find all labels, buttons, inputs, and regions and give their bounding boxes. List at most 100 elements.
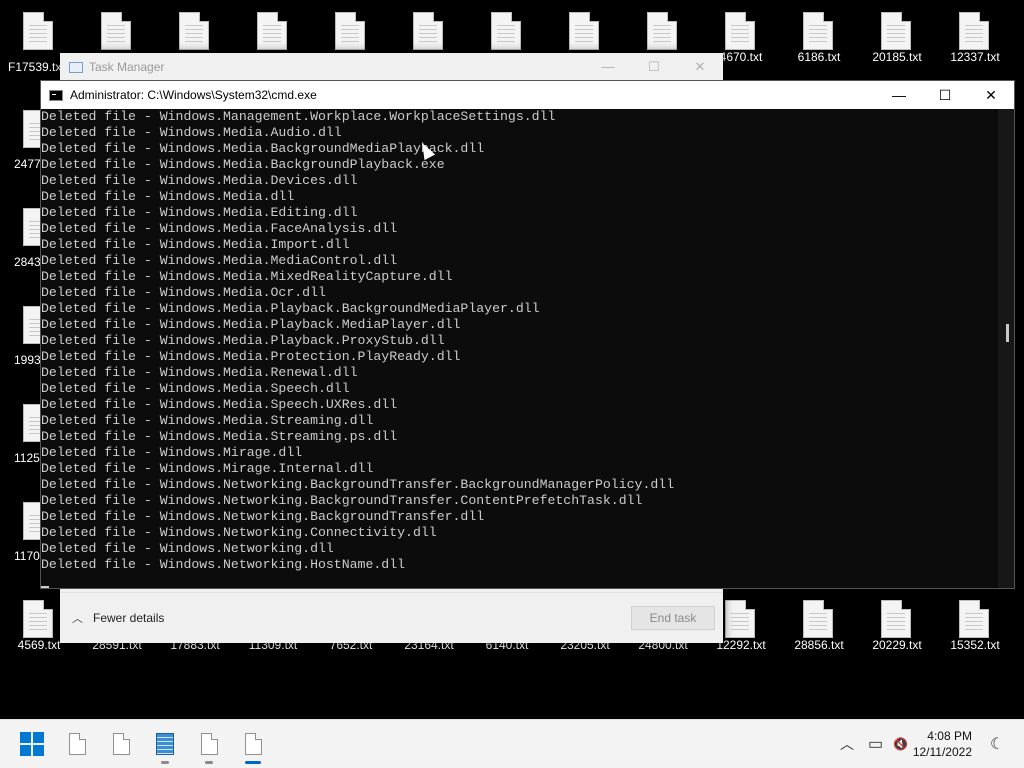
cmd-output[interactable]: Deleted file - Windows.Management.Workpl… [41, 109, 998, 588]
text-file-icon [491, 12, 521, 50]
desktop-icon-label: 2843 [14, 255, 41, 269]
notepad-icon [156, 733, 174, 755]
text-file-icon [803, 12, 833, 50]
end-task-button[interactable]: End task [631, 606, 715, 630]
desktop-icon-label: 20229.txt [872, 638, 922, 652]
desktop-icon-label: 6186.txt [797, 50, 841, 64]
cmd-output-line: Deleted file - Windows.Media.Playback.Ba… [41, 301, 540, 316]
text-file-icon [257, 12, 287, 50]
desktop-file-icon[interactable]: 20185.txt [867, 2, 927, 64]
fewer-details-button[interactable]: ︿ Fewer details [72, 610, 164, 626]
task-manager-title: Task Manager [89, 60, 165, 74]
cmd-output-line: Deleted file - Windows.Networking.Backgr… [41, 477, 675, 492]
text-file-icon [23, 12, 53, 50]
taskbar-app[interactable] [193, 728, 225, 764]
cmd-minimize-button[interactable]: — [876, 81, 922, 109]
tray-overflow-button[interactable]: ︿ [840, 720, 854, 768]
text-cursor [41, 586, 49, 588]
file-icon [244, 733, 262, 755]
cmd-output-line: Deleted file - Windows.Media.MixedRealit… [41, 269, 453, 284]
active-indicator [245, 761, 261, 764]
volume-muted-icon: 🔇 [893, 737, 908, 751]
cmd-output-line: Deleted file - Windows.Management.Workpl… [41, 109, 556, 124]
chevron-up-icon: ︿ [840, 736, 854, 752]
cmd-output-line: Deleted file - Windows.Media.Playback.Pr… [41, 333, 445, 348]
desktop-icon-label: 1125 [14, 451, 40, 465]
cmd-output-line: Deleted file - Windows.Mirage.Internal.d… [41, 461, 374, 476]
text-file-icon [101, 12, 131, 50]
taskbar-clock[interactable]: 4:08 PM 12/11/2022 [913, 728, 972, 760]
fewer-details-label: Fewer details [93, 611, 165, 625]
cmd-output-line: Deleted file - Windows.Media.Renewal.dll [41, 365, 358, 380]
cmd-output-line: Deleted file - Windows.Media.BackgroundM… [41, 141, 485, 156]
cmd-output-line: Deleted file - Windows.Media.Ocr.dll [41, 285, 326, 300]
desktop-icon-label: 28856.txt [794, 638, 844, 652]
moon-icon: ☾ [990, 736, 1005, 753]
text-file-icon [569, 12, 599, 50]
task-manager-minimize-button[interactable]: — [585, 59, 631, 75]
cmd-output-line: Deleted file - Windows.Networking.Connec… [41, 525, 437, 540]
desktop-file-icon[interactable] [9, 100, 53, 162]
file-icon [68, 733, 86, 755]
desktop-file-icon[interactable] [9, 394, 53, 456]
file-icon [112, 733, 130, 755]
task-manager-icon [69, 61, 83, 73]
cmd-output-line: Deleted file - Windows.Media.MediaContro… [41, 253, 398, 268]
text-file-icon [725, 600, 755, 638]
desktop-icon-label: 1170 [14, 549, 40, 563]
desktop-file-icon[interactable]: 6186.txt [789, 2, 849, 64]
task-manager-close-button[interactable]: ✕ [677, 59, 723, 75]
desktop-file-icon[interactable]: 28856.txt [789, 590, 849, 652]
desktop-file-icon[interactable] [9, 296, 53, 358]
desktop-file-icon[interactable]: 12337.txt [945, 2, 1005, 64]
focus-assist-button[interactable]: ☾ [990, 720, 1004, 768]
desktop-file-icon[interactable]: 20229.txt [867, 590, 927, 652]
cmd-output-line: Deleted file - Windows.Media.Devices.dll [41, 173, 358, 188]
desktop-icon-label: F17539.txt [8, 60, 65, 74]
cmd-title: Administrator: C:\Windows\System32\cmd.e… [70, 88, 317, 102]
taskbar-notepad[interactable] [149, 728, 181, 764]
cmd-scrollbar[interactable] [998, 109, 1014, 588]
cmd-output-line: Deleted file - Windows.Networking.HostNa… [41, 557, 406, 572]
cmd-output-line: Deleted file - Windows.Media.Streaming.p… [41, 429, 398, 444]
taskbar-cmd[interactable] [237, 728, 269, 764]
tray-volume[interactable]: 🔇 [893, 720, 908, 768]
cmd-output-line: Deleted file - Windows.Networking.dll [41, 541, 334, 556]
cmd-output-line: Deleted file - Windows.Media.Playback.Me… [41, 317, 461, 332]
cmd-maximize-button[interactable]: ☐ [922, 81, 968, 109]
cmd-output-line: Deleted file - Windows.Media.dll [41, 189, 295, 204]
cmd-output-line: Deleted file - Windows.Media.Import.dll [41, 237, 350, 252]
desktop-icon-label: 1993 [14, 353, 41, 367]
cmd-titlebar[interactable]: Administrator: C:\Windows\System32\cmd.e… [41, 81, 1014, 109]
desktop-file-icon[interactable] [9, 492, 53, 554]
text-file-icon [959, 600, 989, 638]
cmd-output-line: Deleted file - Windows.Media.Speech.UXRe… [41, 397, 398, 412]
text-file-icon [881, 600, 911, 638]
taskbar-app[interactable] [105, 728, 137, 760]
running-indicator [205, 761, 213, 764]
task-manager-maximize-button[interactable]: ☐ [631, 59, 677, 75]
cmd-scrollbar-thumb[interactable] [1006, 324, 1009, 342]
task-manager-footer: ︿ Fewer details End task [60, 592, 723, 643]
desktop-icon-label: 15352.txt [950, 638, 1000, 652]
cmd-close-button[interactable]: ✕ [968, 81, 1014, 109]
tray-network[interactable]: ▭ [868, 720, 883, 768]
clock-time: 4:08 PM [927, 729, 972, 743]
task-manager-titlebar[interactable]: Task Manager — ☐ ✕ [60, 53, 723, 81]
cmd-output-line: Deleted file - Windows.Media.FaceAnalysi… [41, 221, 398, 236]
text-file-icon [179, 12, 209, 50]
cmd-output-line: Deleted file - Windows.Networking.Backgr… [41, 509, 485, 524]
cmd-output-line: Deleted file - Windows.Media.Streaming.d… [41, 413, 374, 428]
clock-date: 12/11/2022 [912, 745, 972, 759]
start-button[interactable] [16, 728, 48, 760]
chevron-up-icon: ︿ [72, 613, 83, 625]
cmd-output-line: Deleted file - Windows.Media.Audio.dll [41, 125, 342, 140]
taskbar-file-explorer[interactable] [61, 728, 93, 760]
text-file-icon [725, 12, 755, 50]
text-file-icon [413, 12, 443, 50]
cmd-output-line: Deleted file - Windows.Media.Protection.… [41, 349, 461, 364]
desktop-file-icon[interactable]: 15352.txt [945, 590, 1005, 652]
cmd-window[interactable]: Administrator: C:\Windows\System32\cmd.e… [40, 80, 1015, 589]
desktop-file-icon[interactable] [9, 198, 53, 260]
cmd-output-line: Deleted file - Windows.Mirage.dll [41, 445, 303, 460]
